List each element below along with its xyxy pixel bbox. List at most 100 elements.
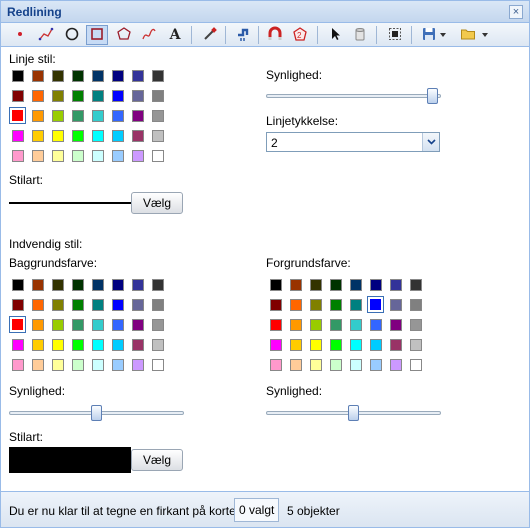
color-swatch[interactable] <box>410 359 422 371</box>
color-swatch[interactable] <box>390 299 402 311</box>
color-swatch[interactable] <box>92 339 104 351</box>
snap-tool-button[interactable] <box>264 25 286 45</box>
color-swatch[interactable] <box>12 70 24 82</box>
color-swatch[interactable] <box>152 90 164 102</box>
color-swatch[interactable] <box>92 70 104 82</box>
color-swatch[interactable] <box>92 359 104 371</box>
color-swatch[interactable] <box>310 359 322 371</box>
slider-thumb[interactable] <box>348 405 359 421</box>
color-swatch[interactable] <box>112 110 124 122</box>
color-swatch[interactable] <box>72 150 84 162</box>
color-swatch[interactable] <box>72 110 84 122</box>
color-swatch[interactable] <box>152 130 164 142</box>
color-swatch[interactable] <box>290 279 302 291</box>
color-swatch[interactable] <box>52 359 64 371</box>
color-swatch[interactable] <box>72 130 84 142</box>
color-swatch[interactable] <box>132 319 144 331</box>
rectangle-tool-button[interactable] <box>86 25 108 45</box>
color-swatch[interactable] <box>330 359 342 371</box>
color-swatch[interactable] <box>32 339 44 351</box>
color-swatch[interactable] <box>72 90 84 102</box>
color-swatch[interactable] <box>290 339 302 351</box>
color-swatch[interactable] <box>390 359 402 371</box>
background-visibility-slider[interactable] <box>9 405 184 421</box>
color-swatch[interactable] <box>152 150 164 162</box>
color-swatch[interactable] <box>132 150 144 162</box>
color-swatch[interactable] <box>52 110 64 122</box>
color-swatch[interactable] <box>350 279 362 291</box>
color-swatch[interactable] <box>32 359 44 371</box>
line-visibility-slider[interactable] <box>266 88 441 104</box>
color-swatch[interactable] <box>112 279 124 291</box>
color-swatch[interactable] <box>350 359 362 371</box>
color-swatch[interactable] <box>350 299 362 311</box>
color-swatch[interactable] <box>32 150 44 162</box>
color-swatch[interactable] <box>32 130 44 142</box>
color-swatch[interactable] <box>410 299 422 311</box>
color-swatch[interactable] <box>92 130 104 142</box>
color-swatch[interactable] <box>330 339 342 351</box>
color-swatch[interactable] <box>270 279 282 291</box>
select-tool-button[interactable] <box>324 25 346 45</box>
color-swatch[interactable] <box>350 319 362 331</box>
color-swatch[interactable] <box>92 319 104 331</box>
color-swatch[interactable] <box>12 130 24 142</box>
color-swatch[interactable] <box>410 279 422 291</box>
color-swatch[interactable] <box>112 70 124 82</box>
color-swatch[interactable] <box>132 359 144 371</box>
color-swatch[interactable] <box>12 299 24 311</box>
line-thickness-select[interactable]: 2 <box>266 132 440 152</box>
save-tool-button[interactable] <box>418 25 440 45</box>
color-swatch[interactable] <box>152 339 164 351</box>
color-swatch[interactable] <box>52 279 64 291</box>
color-swatch[interactable] <box>72 339 84 351</box>
select-all-tool-button[interactable] <box>384 25 406 45</box>
eyedropper-tool-button[interactable] <box>199 25 221 45</box>
color-swatch[interactable] <box>367 296 384 313</box>
line-tool-button[interactable] <box>35 25 57 45</box>
color-swatch[interactable] <box>52 299 64 311</box>
delete-tool-button[interactable] <box>349 25 371 45</box>
color-swatch[interactable] <box>370 279 382 291</box>
color-swatch[interactable] <box>310 339 322 351</box>
circle-tool-button[interactable] <box>61 25 83 45</box>
color-swatch[interactable] <box>370 319 382 331</box>
fill-style-choose-button[interactable]: Vælg <box>131 449 183 471</box>
color-swatch[interactable] <box>132 279 144 291</box>
color-swatch[interactable] <box>112 339 124 351</box>
color-swatch[interactable] <box>12 90 24 102</box>
color-swatch[interactable] <box>370 339 382 351</box>
color-swatch[interactable] <box>132 339 144 351</box>
slider-thumb[interactable] <box>91 405 102 421</box>
color-swatch[interactable] <box>290 299 302 311</box>
save-dropdown-button[interactable] <box>438 25 448 45</box>
color-swatch[interactable] <box>72 70 84 82</box>
color-swatch[interactable] <box>390 279 402 291</box>
color-swatch[interactable] <box>390 339 402 351</box>
freehand-tool-button[interactable] <box>138 25 160 45</box>
color-swatch[interactable] <box>32 319 44 331</box>
color-swatch[interactable] <box>132 299 144 311</box>
slider-thumb[interactable] <box>427 88 438 104</box>
color-swatch[interactable] <box>132 110 144 122</box>
color-swatch[interactable] <box>270 339 282 351</box>
color-swatch[interactable] <box>52 70 64 82</box>
color-swatch[interactable] <box>112 90 124 102</box>
color-swatch[interactable] <box>92 90 104 102</box>
color-swatch[interactable] <box>52 319 64 331</box>
color-swatch[interactable] <box>270 299 282 311</box>
color-swatch[interactable] <box>310 319 322 331</box>
color-swatch[interactable] <box>152 110 164 122</box>
color-swatch[interactable] <box>32 110 44 122</box>
color-swatch[interactable] <box>330 279 342 291</box>
color-swatch[interactable] <box>32 90 44 102</box>
color-swatch[interactable] <box>32 279 44 291</box>
color-swatch[interactable] <box>350 339 362 351</box>
color-swatch[interactable] <box>330 319 342 331</box>
color-swatch[interactable] <box>12 339 24 351</box>
color-swatch[interactable] <box>72 299 84 311</box>
color-swatch[interactable] <box>132 90 144 102</box>
close-button[interactable]: × <box>509 5 523 19</box>
color-swatch[interactable] <box>410 319 422 331</box>
color-swatch[interactable] <box>112 150 124 162</box>
